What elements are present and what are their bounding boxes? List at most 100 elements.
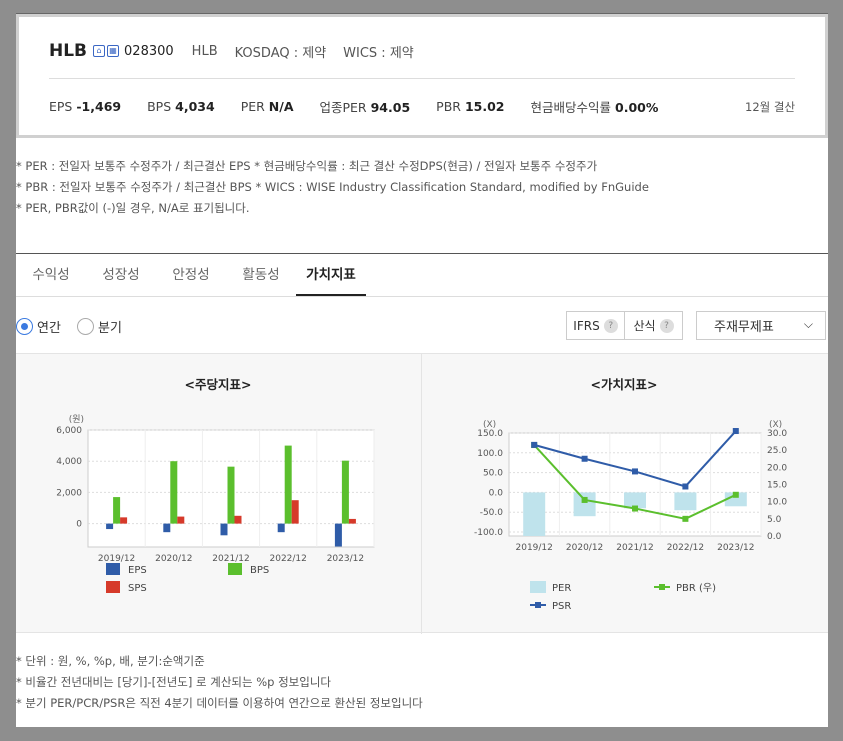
bar-bps — [227, 466, 235, 524]
y-axis-unit: (원) — [69, 414, 84, 425]
y-tick-label-right: 10.0 — [767, 498, 787, 508]
annual-label: 연간 — [37, 321, 61, 336]
metric-pbr: PBR 15.02 — [436, 99, 505, 114]
y-tick-label: 0 — [76, 520, 82, 530]
footnote-line: * 분기 PER/PCR/PSR은 직전 4분기 데이터를 이용하여 연간으로 … — [16, 696, 423, 710]
point-psr — [531, 441, 538, 448]
y-tick-label-right: 25.0 — [767, 446, 787, 456]
y-tick-label-right: 15.0 — [767, 481, 787, 491]
tab-profitability[interactable]: 수익성 — [16, 254, 86, 296]
bar-sps — [291, 500, 299, 524]
y-tick-label-left: 0.0 — [489, 488, 504, 498]
bar-bps — [341, 460, 349, 524]
metrics-row: EPS -1,469 BPS 4,034 PER N/A 업종PER 94.05… — [49, 97, 795, 116]
home-icon[interactable]: ⌂ — [93, 45, 106, 57]
y-tick-label-left: -100.0 — [474, 528, 503, 538]
point-psr — [581, 455, 588, 462]
statement-select-value: 주재무제표 — [714, 320, 774, 335]
x-tick-label: 2019/12 — [516, 543, 553, 553]
bar-eps — [106, 523, 114, 530]
building-icon[interactable]: ▦ — [107, 45, 120, 57]
stock-header: HLB ⌂ ▦ 028300 HLB KOSDAQ : 제약 WICS : 제약 — [49, 41, 414, 61]
bar-sps — [120, 517, 128, 524]
tab-activity[interactable]: 활동성 — [226, 254, 296, 296]
legend-label: BPS — [250, 565, 269, 576]
x-tick-label: 2023/12 — [717, 543, 754, 553]
quarter-label: 분기 — [98, 321, 122, 336]
legend-label: PBR (우) — [676, 582, 716, 594]
y-tick-label-right: 0.0 — [767, 532, 782, 542]
y-tick-label: 2,000 — [56, 488, 82, 498]
legend-label: SPS — [128, 583, 147, 594]
tab-value-indicators[interactable]: 가치지표 — [296, 254, 366, 296]
point-pbr — [732, 491, 739, 498]
controls-row: 연간 분기 IFRS? 산식? 주재무제표 ⌵ — [16, 311, 828, 342]
legend-swatch — [659, 584, 665, 590]
y-tick-label: 6,000 — [56, 426, 82, 436]
ifrs-button[interactable]: IFRS? — [567, 312, 624, 339]
quarter-radio[interactable]: 분기 — [77, 317, 122, 336]
y-tick-label-left: -50.0 — [480, 508, 504, 518]
point-pbr — [632, 505, 638, 512]
tab-stability[interactable]: 안정성 — [156, 254, 226, 296]
radio-unchecked-icon — [77, 318, 94, 335]
footnote-line: * 단위 : 원, %, %p, 배, 분기:순액기준 — [16, 654, 205, 668]
y-tick-label-right: 30.0 — [767, 429, 787, 439]
wics-sector: WICS : 제약 — [343, 45, 414, 61]
metric-per: PER N/A — [240, 99, 294, 114]
footnote-line: * 비율간 전년대비는 [당기]-[전년도] 로 계산되는 %p 정보입니다 — [16, 675, 331, 689]
annual-radio[interactable]: 연간 — [16, 317, 61, 336]
chevron-down-icon: ⌵ — [803, 317, 813, 331]
legend-label: EPS — [128, 565, 147, 576]
formula-button[interactable]: 산식? — [624, 312, 682, 339]
help-icon[interactable]: ? — [603, 318, 618, 333]
stock-code: 028300 — [124, 43, 174, 59]
metric-dividend-yield: 현금배당수익률 0.00% — [530, 100, 659, 115]
legend-swatch — [106, 581, 120, 593]
bar-eps — [163, 523, 171, 533]
bar-sps — [177, 516, 185, 524]
bar-sps — [234, 515, 242, 524]
divider — [49, 78, 795, 79]
metric-eps: EPS -1,469 — [49, 99, 122, 114]
charts-panel: <주당지표> <가치지표> (원) 6,000 4,000 2,000 0 2019/12… — [16, 353, 828, 634]
legend-swatch — [535, 602, 541, 608]
bar-eps — [277, 523, 285, 533]
x-tick-label: 2019/12 — [98, 554, 135, 564]
bar-per — [573, 492, 596, 517]
legend-swatch — [228, 563, 242, 575]
tab-bar: 수익성 성장성 안정성 활동성 가치지표 — [16, 253, 828, 297]
bar-bps — [113, 497, 121, 524]
help-icon[interactable]: ? — [659, 318, 674, 333]
content-frame: HLB ⌂ ▦ 028300 HLB KOSDAQ : 제약 WICS : 제약… — [16, 13, 828, 727]
point-psr — [682, 483, 689, 490]
stock-english-name: HLB — [191, 43, 218, 59]
legend-label: PSR — [552, 601, 571, 612]
y-tick-label-left: 50.0 — [483, 469, 503, 479]
bar-bps — [284, 445, 292, 524]
x-tick-label: 2020/12 — [155, 554, 192, 564]
x-tick-label: 2022/12 — [270, 554, 307, 564]
statement-select[interactable]: 주재무제표 ⌵ — [696, 311, 826, 340]
y-tick-label-right: 20.0 — [767, 463, 787, 473]
bar-bps — [170, 461, 178, 524]
x-tick-label: 2022/12 — [667, 543, 704, 553]
note-line: * PER, PBR값이 (-)일 경우, N/A로 표기됩니다. — [16, 201, 250, 215]
value-chart: (X) (X)150.0100.050.00.0-50.0-100.030.025… — [474, 420, 787, 612]
point-psr — [632, 468, 638, 475]
tab-growth[interactable]: 성장성 — [86, 254, 156, 296]
definition-notes: * PER : 전일자 보통주 수정주가 / 최근결산 EPS * 현금배당수익… — [16, 156, 649, 219]
y-tick-label: 4,000 — [56, 457, 82, 467]
x-tick-label: 2021/12 — [616, 543, 653, 553]
point-pbr — [581, 496, 588, 503]
legend-label: PER — [552, 583, 571, 594]
bar-sps — [348, 518, 356, 524]
fiscal-closing: 12월 결산 — [745, 99, 796, 114]
stock-name: HLB — [49, 41, 88, 61]
note-line: * PER : 전일자 보통주 수정주가 / 최근결산 EPS * 현금배당수익… — [16, 159, 598, 173]
bar-eps — [220, 523, 228, 536]
legend-swatch — [530, 581, 546, 593]
note-line: * PBR : 전일자 보통주 수정주가 / 최근결산 BPS * WICS :… — [16, 180, 649, 194]
stock-summary-box: HLB ⌂ ▦ 028300 HLB KOSDAQ : 제약 WICS : 제약… — [16, 14, 828, 138]
x-tick-label: 2023/12 — [327, 554, 364, 564]
